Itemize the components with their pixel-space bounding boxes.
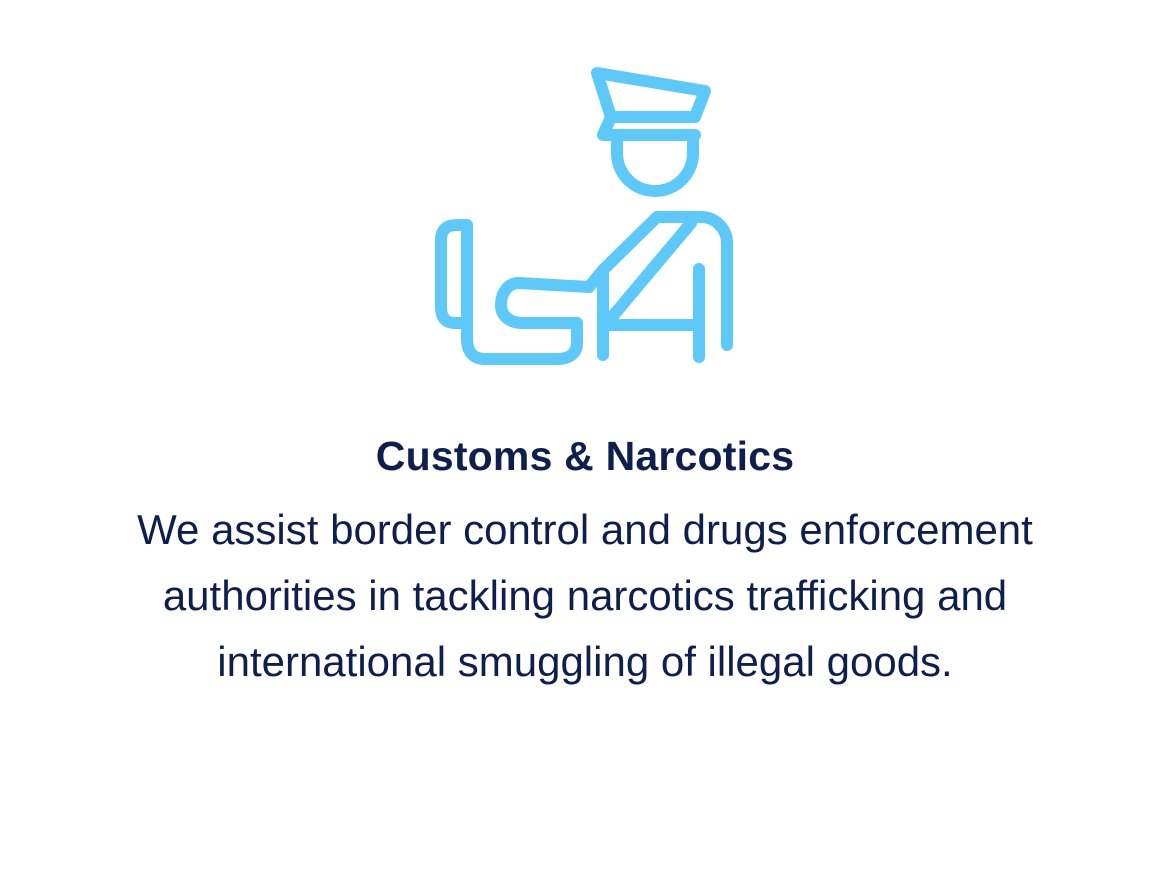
card-title: Customs & Narcotics: [375, 433, 795, 479]
customs-officer-icon: [430, 60, 740, 365]
card-description: We assist border control and drugs enfor…: [137, 506, 1033, 685]
customs-narcotics-card: Customs & Narcotics We assist border con…: [0, 0, 1170, 880]
